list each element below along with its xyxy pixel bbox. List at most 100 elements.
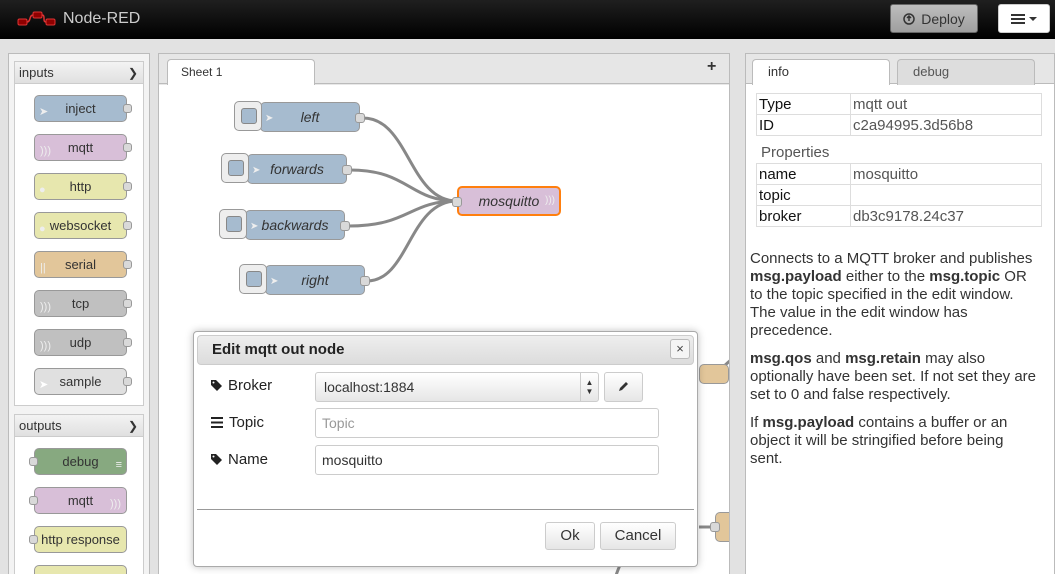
property-key: topic [756,184,851,206]
inject-button[interactable] [219,209,247,239]
inject-icon: ➤ [265,113,274,124]
input-port[interactable] [452,197,462,207]
palette-category-header[interactable]: inputs ❯ [15,62,143,84]
sidebar-tab-bar: info debug [746,54,1054,85]
app-logo: Node-RED [17,8,140,30]
output-port [123,338,132,347]
tab-info[interactable]: info [752,59,890,85]
inject-icon: ➤ [252,165,261,176]
arrow-icon: ➤ [39,379,49,391]
help-paragraph: If msg.payload contains a buffer or an o… [750,414,1040,468]
category-label: outputs [19,418,62,433]
tab-debug[interactable]: debug [897,59,1035,85]
node-label: tcp [71,296,90,311]
property-key: name [756,163,851,185]
output-port [123,182,132,191]
bridge-icon: ))) [110,498,121,510]
palette-node-tcp-in[interactable]: ))) tcp [34,290,132,317]
node-label: mosquitto [478,193,540,209]
output-port[interactable] [342,165,352,175]
main-menu-button[interactable] [998,4,1050,33]
add-tab-button[interactable]: + [707,58,716,76]
table-row: name mosquitto [756,163,1042,185]
inject-button[interactable] [221,153,249,183]
flow-node-partial[interactable] [699,364,729,384]
chevron-down-icon [1029,16,1037,21]
bridge-icon: ))) [545,195,555,206]
node-help-text: Connects to a MQTT broker and publishes … [750,250,1040,478]
flow-node-partial[interactable] [710,512,729,542]
inject-icon: ➤ [270,276,279,287]
palette-node-mqtt-out[interactable]: mqtt ))) [29,487,127,514]
inject-icon: ➤ [39,106,49,118]
ok-button[interactable]: Ok [545,522,595,550]
globe-icon: ● [39,184,46,196]
node-label: http [69,179,92,194]
node-label: inject [65,101,96,116]
help-code: msg.topic [929,268,1001,285]
palette-node-partial[interactable] [34,565,127,574]
help-paragraph: msg.qos and msg.retain may also optional… [750,350,1040,404]
tasks-icon [211,417,223,428]
flow-node-forwards[interactable]: ➤ forwards [221,153,352,184]
palette-node-udp-in[interactable]: ))) udp [34,329,132,356]
flow-node-left[interactable]: ➤ left [234,101,365,132]
output-port [123,143,132,152]
output-port[interactable] [340,221,350,231]
pencil-icon [618,382,628,391]
broker-select[interactable]: localhost:1884 ▲ ▼ [315,372,599,402]
node-label: serial [64,257,97,272]
input-port[interactable] [710,522,720,532]
node-label: mqtt [67,140,94,155]
dialog-title: Edit mqtt out node [197,335,694,365]
palette-node-http-response[interactable]: http response [29,526,127,553]
node-label: udp [69,335,92,350]
table-row: topic [756,184,1042,206]
output-port[interactable] [360,276,370,286]
globe-icon: ● [39,223,46,235]
palette-node-serial-in[interactable]: || serial [34,251,132,278]
app-title: Node-RED [63,10,141,27]
palette-category-inputs: inputs ❯ ➤ inject ))) mqtt ● http ● webs… [14,61,144,406]
flow-node-mosquitto[interactable]: mosquitto ))) [452,186,561,216]
properties-heading: Properties [761,144,830,161]
tab-sheet-1[interactable]: Sheet 1 [167,59,315,85]
property-value: db3c9178.24c37 [850,205,1042,227]
edit-broker-button[interactable] [604,372,643,402]
properties-table: name mosquitto topic broker db3c9178.24c… [756,163,1042,227]
palette-node-debug[interactable]: debug ≡ [29,448,127,475]
node-label: backwards [261,217,329,233]
edit-node-dialog: Edit mqtt out node × Broker localhost:18… [193,331,698,567]
palette-node-http-in[interactable]: ● http [34,173,132,200]
inject-button[interactable] [239,264,267,294]
output-port[interactable] [355,113,365,123]
palette-node-websocket-in[interactable]: ● websocket [34,212,132,239]
deploy-button[interactable]: Deploy [890,4,978,33]
help-code: msg.retain [845,350,921,367]
flow-node-right[interactable]: ➤ right [239,264,370,295]
palette-node-mqtt-in[interactable]: ))) mqtt [34,134,132,161]
help-text: and [811,350,846,367]
list-icon: ≡ [115,459,122,471]
output-port [123,221,132,230]
topic-input[interactable] [315,408,659,438]
node-palette: inputs ❯ ➤ inject ))) mqtt ● http ● webs… [8,53,150,574]
type-key: Type [756,93,851,115]
palette-category-header[interactable]: outputs ❯ [15,415,143,437]
bridge-icon: ))) [40,340,51,352]
node-label: mqtt [67,493,94,508]
id-value: c2a94995.3d56b8 [850,114,1042,136]
inject-button[interactable] [234,101,262,131]
table-row: Type mqtt out [756,93,1042,115]
output-port [123,260,132,269]
palette-node-sample[interactable]: ➤ sample [34,368,132,395]
name-input[interactable] [315,445,659,475]
node-label: websocket [49,218,112,233]
flow-node-backwards[interactable]: ➤ backwards [219,209,350,240]
close-button[interactable]: × [670,339,690,359]
serial-icon: || [40,262,46,274]
help-paragraph: Connects to a MQTT broker and publishes … [750,250,1040,340]
inject-icon: ➤ [250,221,259,232]
cancel-button[interactable]: Cancel [600,522,676,550]
palette-node-inject[interactable]: ➤ inject [34,95,132,122]
